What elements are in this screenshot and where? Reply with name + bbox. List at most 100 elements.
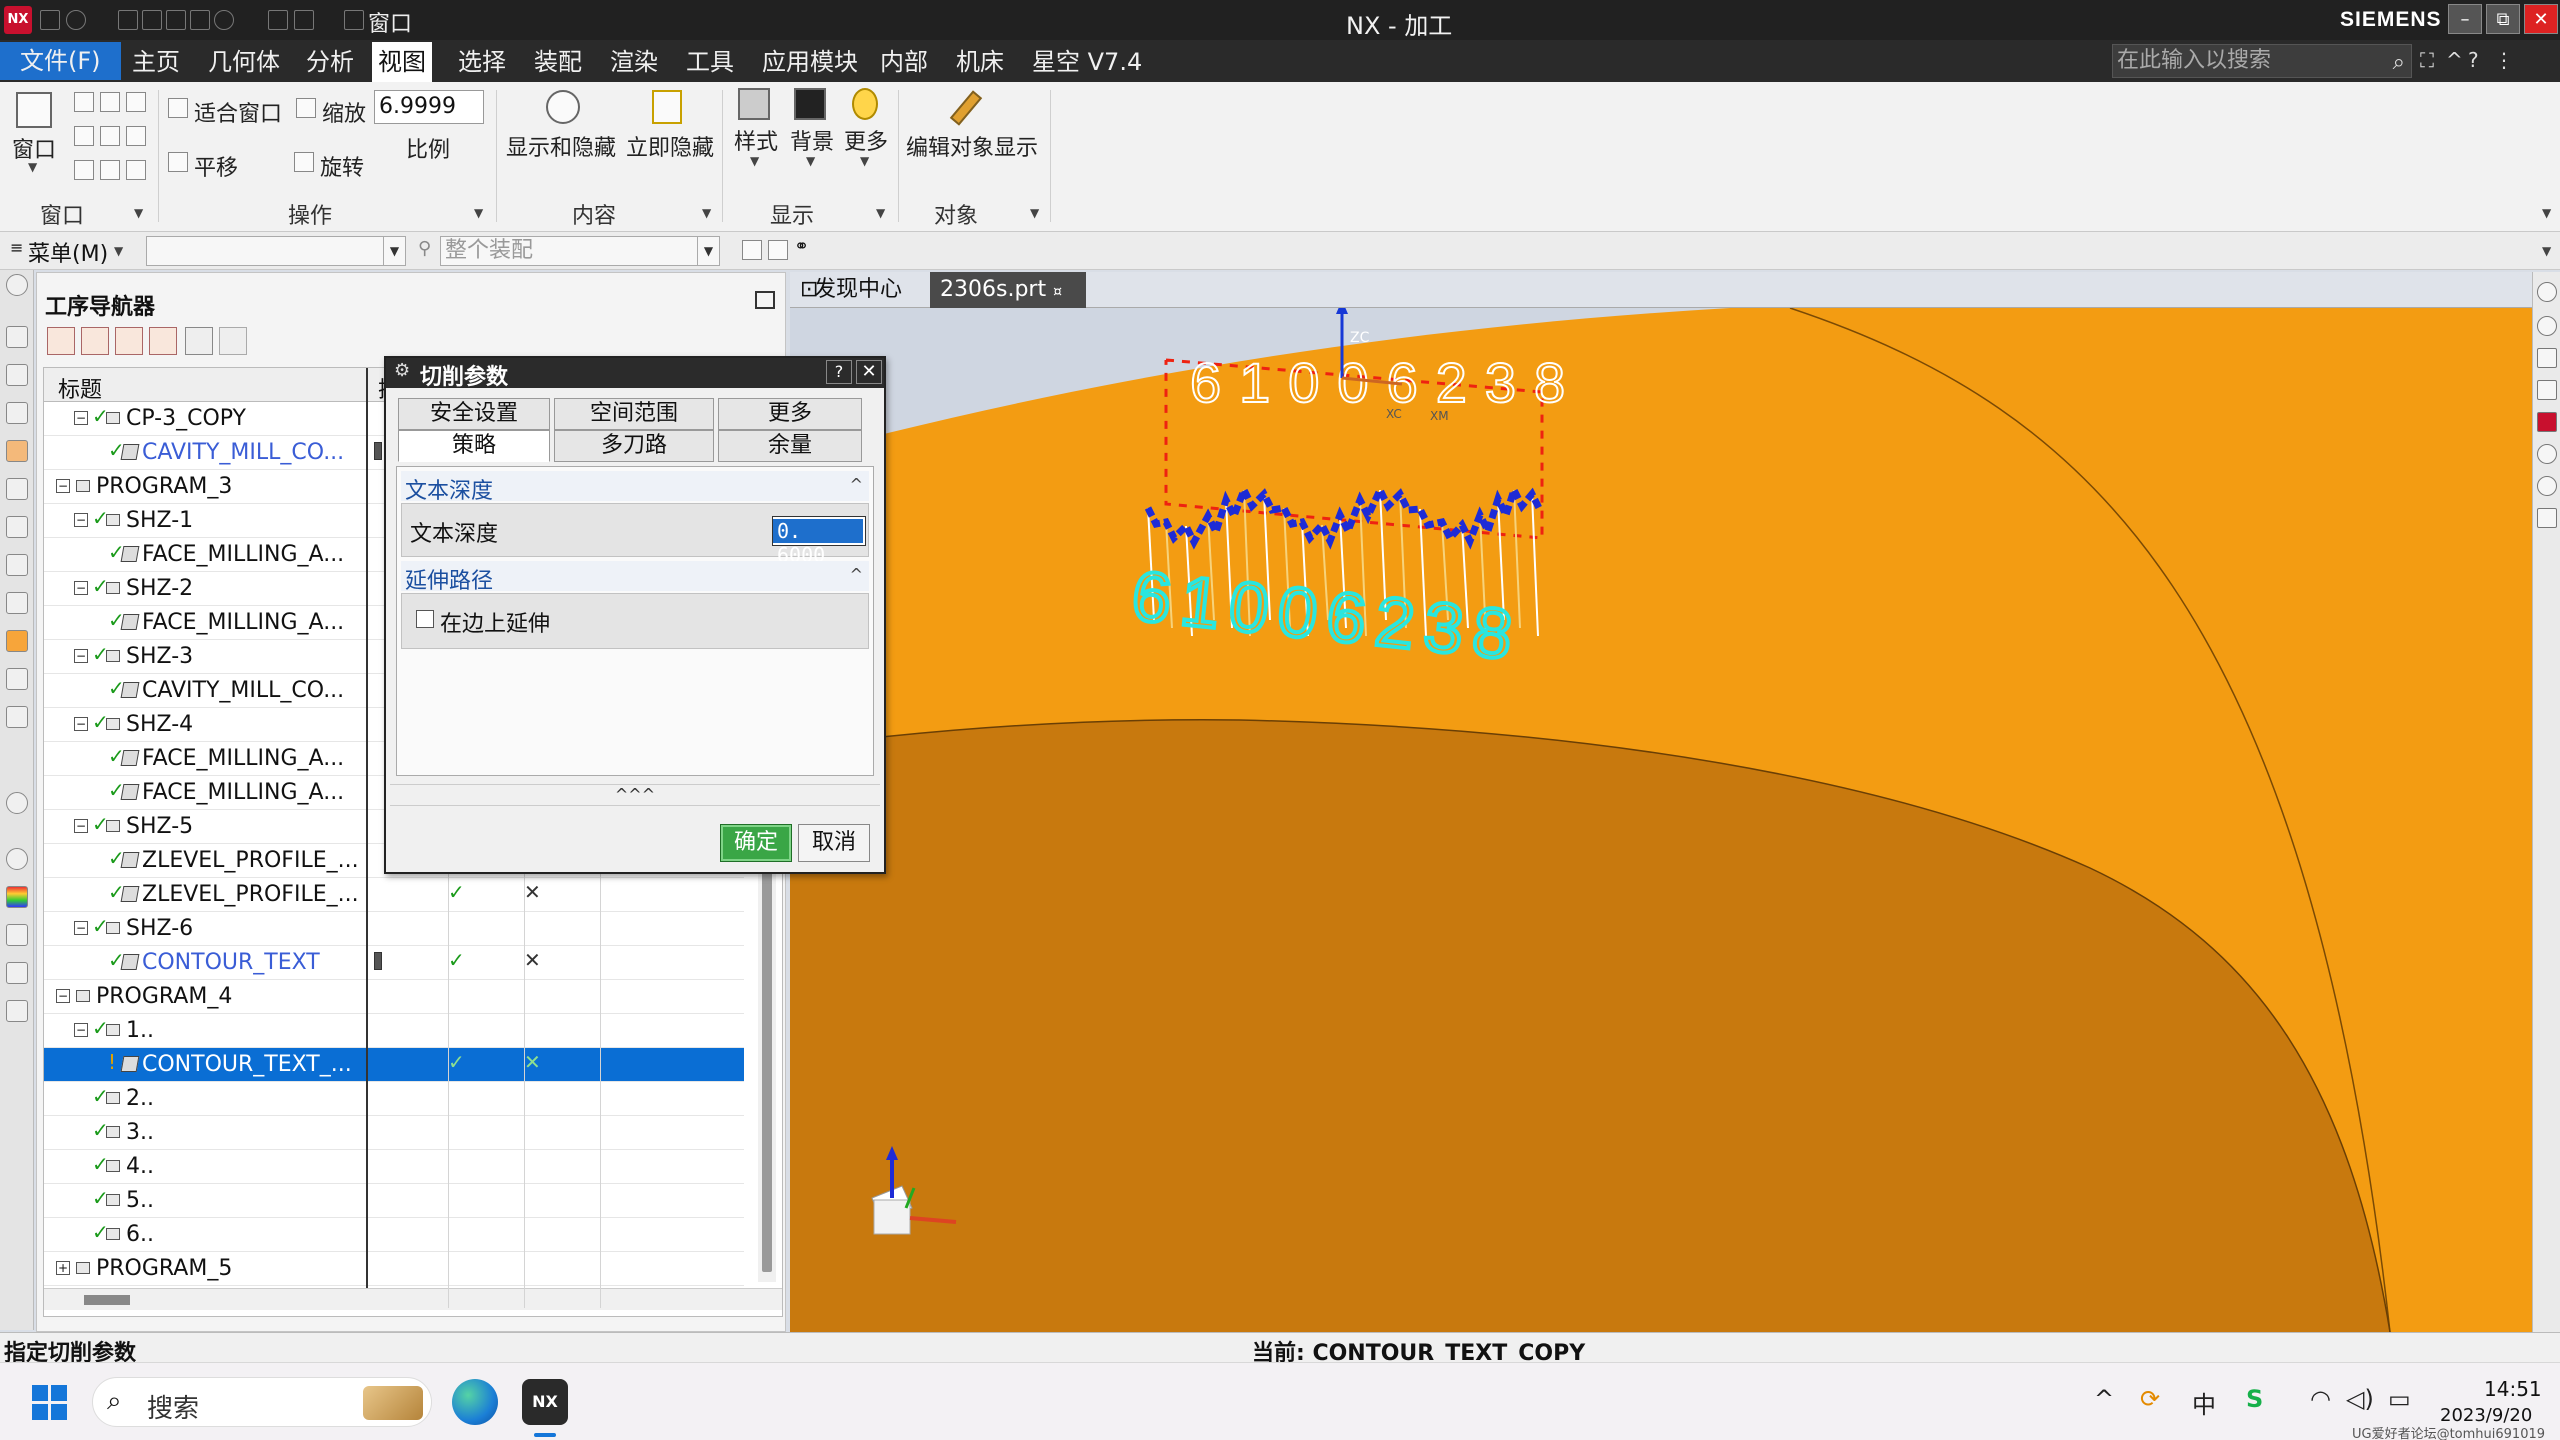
pan-button[interactable]: 平移 xyxy=(194,150,238,182)
window-menu[interactable]: 窗口 xyxy=(368,6,412,38)
clock-time[interactable]: 14:51 xyxy=(2484,1377,2542,1401)
menu-view[interactable]: 视图 xyxy=(372,42,432,82)
resource-library-icon[interactable] xyxy=(6,668,28,690)
tab-multiple-passes[interactable]: 多刀路 xyxy=(554,430,714,462)
copy-icon[interactable] xyxy=(142,10,162,30)
tab-safety-settings[interactable]: 安全设置 xyxy=(398,398,550,430)
rotate-button[interactable]: 旋转 xyxy=(320,150,364,182)
scrollbar-thumb[interactable] xyxy=(84,1295,130,1305)
resource-history-icon[interactable] xyxy=(6,630,28,652)
maximize-icon[interactable] xyxy=(755,291,775,309)
section-extend-path-header[interactable]: 延伸路径 ^ xyxy=(401,561,869,594)
background-icon[interactable] xyxy=(794,88,826,120)
mic-icon[interactable] xyxy=(2537,476,2557,496)
window-icon[interactable] xyxy=(344,10,364,30)
help-icon[interactable]: ? xyxy=(2468,48,2479,72)
type-filter-combo[interactable]: ▼ xyxy=(146,236,406,266)
group-content-expand-icon[interactable]: ▼ xyxy=(702,206,711,220)
menu-xingkong[interactable]: 星空 V7.4 xyxy=(1026,46,1148,78)
program-view-icon[interactable] xyxy=(47,327,75,355)
dialog-close-button[interactable]: ✕ xyxy=(856,360,882,384)
layout-1-icon[interactable] xyxy=(74,92,94,112)
group-operation-expand-icon[interactable]: ▼ xyxy=(474,206,483,220)
type-filter-arrow-icon[interactable]: ▼ xyxy=(383,237,405,265)
zoom-scale-input[interactable]: 6.9999 xyxy=(374,90,484,124)
lightbulb-icon[interactable] xyxy=(852,88,878,120)
group-display-expand-icon[interactable]: ▼ xyxy=(876,206,885,220)
selbar-options-icon[interactable]: ▼ xyxy=(2542,244,2551,258)
dialog-title-bar[interactable]: ⚙ 切削参数 ? ✕ xyxy=(386,358,884,390)
select-filter-1-icon[interactable] xyxy=(742,240,762,260)
tab-containment[interactable]: 空间范围 xyxy=(554,398,714,430)
tab-discovery-center[interactable]: 发现中心 xyxy=(804,272,912,308)
sogou-tray-icon[interactable]: S xyxy=(2246,1385,2263,1413)
zoom-icon[interactable] xyxy=(296,98,316,118)
cancel-button[interactable]: 取消 xyxy=(798,824,870,862)
wifi-icon[interactable]: ◠ xyxy=(2310,1385,2331,1413)
menu-assembly[interactable]: 装配 xyxy=(528,46,588,78)
group-row[interactable]: ✓ 4.. xyxy=(44,1150,744,1184)
main-menu-button[interactable]: 菜单(M) xyxy=(28,236,108,268)
dialog-collapse-toggle[interactable]: ^^^ xyxy=(390,784,880,806)
resource-part-nav-icon[interactable] xyxy=(6,326,28,348)
chevron-up-icon[interactable]: ^ xyxy=(2094,1385,2114,1413)
operation-row[interactable]: ✓ ZLEVEL_PROFILE_... ✓ ✕ xyxy=(44,878,744,912)
collapse-icon[interactable]: − xyxy=(56,989,70,1003)
tab-more[interactable]: 更多 xyxy=(718,398,862,430)
notes-icon[interactable] xyxy=(2537,380,2557,400)
more-options-icon[interactable]: ⋮ xyxy=(2494,48,2514,72)
style-dropdown-icon[interactable]: ▼ xyxy=(750,154,759,168)
resource-role-icon[interactable] xyxy=(6,924,28,946)
fit-window-icon[interactable] xyxy=(168,98,188,118)
dialog-help-button[interactable]: ? xyxy=(826,360,852,384)
extend-on-edges-checkbox[interactable] xyxy=(416,610,434,628)
background-button[interactable]: 背景 xyxy=(790,124,834,156)
layout-8-icon[interactable] xyxy=(100,160,120,180)
input-lang-icon[interactable]: 中 xyxy=(2192,1385,2216,1420)
ok-button[interactable]: 确定 xyxy=(720,824,792,862)
collapse-icon[interactable]: − xyxy=(74,411,88,425)
layout-9-icon[interactable] xyxy=(126,160,146,180)
menu-tools[interactable]: 工具 xyxy=(680,46,740,78)
layout-6-icon[interactable] xyxy=(126,126,146,146)
resource-palette-icon[interactable] xyxy=(6,886,28,908)
horizontal-scrollbar[interactable] xyxy=(44,1288,782,1310)
microphone-icon[interactable] xyxy=(268,10,288,30)
cut-icon[interactable] xyxy=(118,10,138,30)
layout-4-icon[interactable] xyxy=(74,126,94,146)
menu-internal[interactable]: 内部 xyxy=(874,46,934,78)
collapse-icon[interactable]: − xyxy=(74,513,88,527)
collapse-icon[interactable]: − xyxy=(74,717,88,731)
group-row[interactable]: − ✓ SHZ-6 xyxy=(44,912,744,946)
resource-web-icon[interactable] xyxy=(6,592,28,614)
group-row[interactable]: − ✓ 1.. xyxy=(44,1014,744,1048)
nx-icon[interactable] xyxy=(2537,412,2557,432)
collapse-caret-icon[interactable]: ^ xyxy=(850,565,863,584)
method-view-icon[interactable] xyxy=(149,327,177,355)
collapse-icon[interactable]: − xyxy=(74,649,88,663)
panel-icon[interactable] xyxy=(2537,508,2557,528)
show-hide-icon[interactable] xyxy=(546,90,580,124)
immediate-hide-icon[interactable] xyxy=(652,90,682,124)
resource-tools-icon[interactable] xyxy=(6,962,28,984)
menu-render[interactable]: 渲染 xyxy=(604,46,664,78)
more-dropdown-icon[interactable]: ▼ xyxy=(860,154,869,168)
operation-row[interactable]: ✓ CONTOUR_TEXT ✓ ✕ xyxy=(44,946,744,980)
collapse-icon[interactable]: − xyxy=(74,581,88,595)
layout-3-icon[interactable] xyxy=(126,92,146,112)
style-button[interactable]: 样式 xyxy=(734,124,778,156)
background-dropdown-icon[interactable]: ▼ xyxy=(806,154,815,168)
restore-button[interactable]: ⧉ xyxy=(2486,4,2520,34)
resource-system-icon[interactable] xyxy=(6,1000,28,1022)
tab-strategy[interactable]: 策略 xyxy=(398,430,550,462)
show-hide-button[interactable]: 显示和隐藏 xyxy=(506,130,616,162)
rotate-icon[interactable] xyxy=(294,152,314,172)
edit-object-display-button[interactable]: 编辑对象显示 xyxy=(906,130,1038,162)
edge-browser-icon[interactable] xyxy=(452,1379,498,1425)
search-icon[interactable]: ⌕ xyxy=(2393,47,2405,79)
more-button[interactable]: 更多 xyxy=(844,124,888,156)
select-filter-2-icon[interactable] xyxy=(768,240,788,260)
zoom-button[interactable]: 缩放 xyxy=(322,96,366,128)
layout-7-icon[interactable] xyxy=(74,160,94,180)
resource-process-icon[interactable] xyxy=(6,706,28,728)
